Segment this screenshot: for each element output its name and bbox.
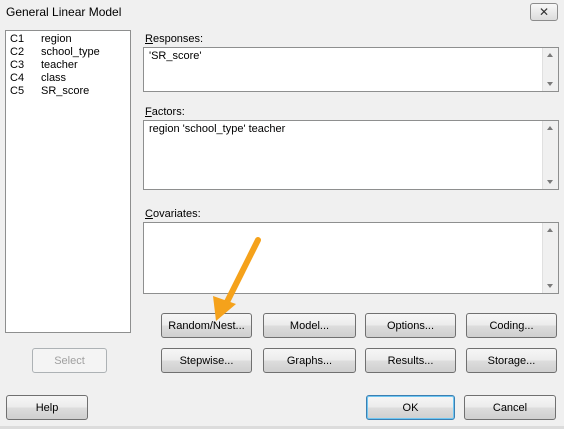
factors-scrollbar[interactable] <box>542 121 558 189</box>
covariates-label: Covariates: <box>145 208 201 220</box>
responses-label: Responses: <box>145 33 204 45</box>
variable-id: C2 <box>10 46 25 58</box>
variable-id: C4 <box>10 72 25 84</box>
window-title: General Linear Model <box>6 5 122 19</box>
scroll-down-icon[interactable] <box>547 180 553 184</box>
responses-value: 'SR_score' <box>149 50 202 62</box>
list-item[interactable]: C3 teacher <box>10 59 130 72</box>
scroll-up-icon[interactable] <box>547 126 553 130</box>
options-button[interactable]: Options... <box>365 313 456 338</box>
ok-button[interactable]: OK <box>366 395 455 420</box>
help-button[interactable]: Help <box>6 395 88 420</box>
responses-field[interactable]: 'SR_score' <box>143 47 559 92</box>
scroll-down-icon[interactable] <box>547 284 553 288</box>
storage-button[interactable]: Storage... <box>466 348 557 373</box>
variable-id: C5 <box>10 85 25 97</box>
graphs-button[interactable]: Graphs... <box>263 348 356 373</box>
variable-list[interactable]: C1 region C2 school_type C3 teacher C4 c… <box>5 30 131 333</box>
covariates-field[interactable] <box>143 222 559 294</box>
scroll-down-icon[interactable] <box>547 82 553 86</box>
factors-value: region 'school_type' teacher <box>149 123 286 135</box>
list-item[interactable]: C1 region <box>10 33 130 46</box>
variable-id: C3 <box>10 59 25 71</box>
covariates-scrollbar[interactable] <box>542 223 558 293</box>
model-button[interactable]: Model... <box>263 313 356 338</box>
random-nest-button[interactable]: Random/Nest... <box>161 313 252 338</box>
scroll-up-icon[interactable] <box>547 53 553 57</box>
coding-button[interactable]: Coding... <box>466 313 557 338</box>
list-item[interactable]: C2 school_type <box>10 46 130 59</box>
variable-name: class <box>41 72 67 84</box>
factors-field[interactable]: region 'school_type' teacher <box>143 120 559 190</box>
list-item[interactable]: C4 class <box>10 72 130 85</box>
variable-name: region <box>41 33 72 45</box>
factors-label: Factors: <box>145 106 185 118</box>
variable-name: SR_score <box>41 85 90 97</box>
stepwise-button[interactable]: Stepwise... <box>161 348 252 373</box>
list-item[interactable]: C5 SR_score <box>10 85 130 98</box>
scroll-up-icon[interactable] <box>547 228 553 232</box>
variable-name: school_type <box>41 46 100 58</box>
close-button[interactable]: ✕ <box>530 3 558 21</box>
responses-scrollbar[interactable] <box>542 48 558 91</box>
close-icon: ✕ <box>538 5 550 19</box>
title-bar: General Linear Model ✕ <box>0 0 564 26</box>
variable-name: teacher <box>41 59 78 71</box>
select-button[interactable]: Select <box>32 348 107 373</box>
cancel-button[interactable]: Cancel <box>464 395 556 420</box>
variable-id: C1 <box>10 33 25 45</box>
results-button[interactable]: Results... <box>365 348 456 373</box>
